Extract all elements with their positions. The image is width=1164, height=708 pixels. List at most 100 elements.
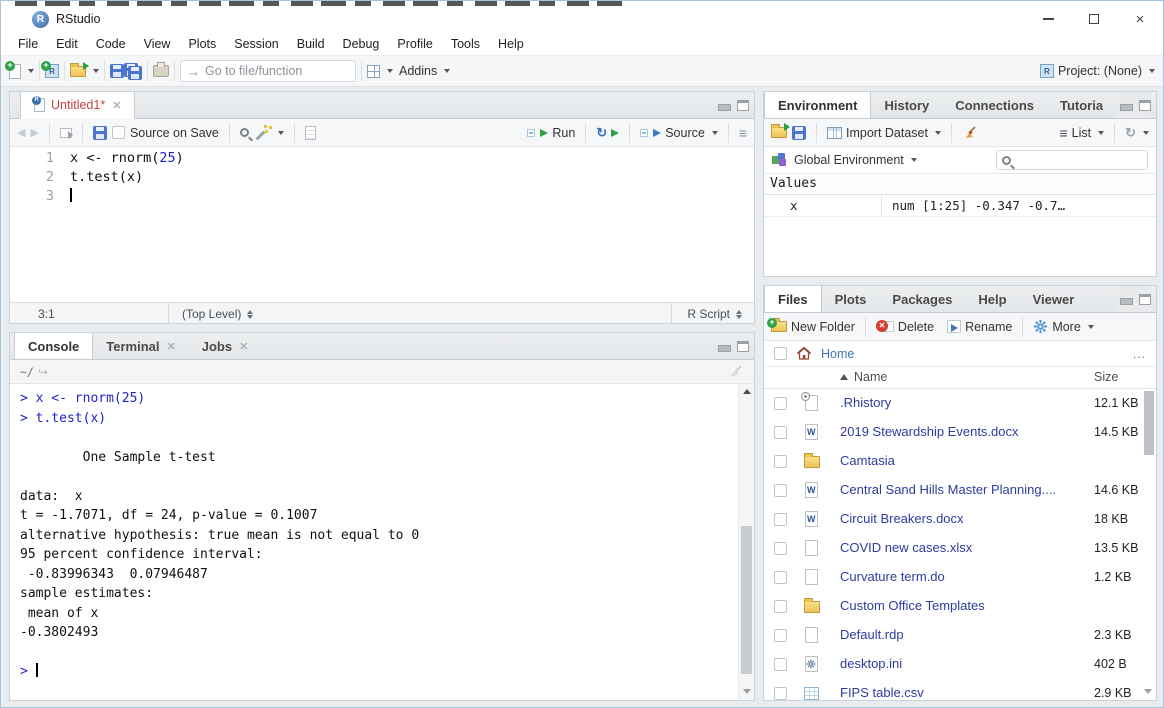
source-button[interactable]: Source xyxy=(640,126,718,140)
pane-layout-button[interactable] xyxy=(367,65,393,78)
environment-search-input[interactable] xyxy=(1016,153,1136,167)
environment-search[interactable] xyxy=(996,150,1148,170)
environment-scope-selector[interactable]: Global Environment xyxy=(794,153,917,167)
tab-plots[interactable]: Plots xyxy=(822,286,880,312)
file-checkbox[interactable] xyxy=(774,571,787,584)
select-all-checkbox[interactable] xyxy=(774,347,787,360)
clear-console-icon[interactable] xyxy=(728,364,744,380)
tab-console[interactable]: Console xyxy=(14,333,93,359)
breadcrumb-home[interactable]: Home xyxy=(821,347,854,361)
tab-untitled1[interactable]: Untitled1* ✕ xyxy=(20,92,135,119)
print-button[interactable] xyxy=(153,65,169,77)
maximize-pane-icon[interactable] xyxy=(737,341,749,352)
tab-connections[interactable]: Connections xyxy=(942,92,1047,118)
file-name-link[interactable]: FIPS table.csv xyxy=(840,685,924,700)
maximize-button[interactable] xyxy=(1071,6,1117,32)
minimize-button[interactable] xyxy=(1025,6,1071,32)
maximize-pane-icon[interactable] xyxy=(737,100,749,111)
files-scrollbar-thumb[interactable] xyxy=(1144,391,1154,455)
file-name-link[interactable]: Curvature term.do xyxy=(840,569,945,584)
column-header-name[interactable]: Name xyxy=(854,370,887,384)
new-folder-button[interactable]: +New Folder xyxy=(771,320,855,334)
scroll-up-icon[interactable] xyxy=(743,389,751,394)
scroll-down-icon[interactable] xyxy=(1144,689,1152,694)
tab-help[interactable]: Help xyxy=(965,286,1019,312)
tab-jobs[interactable]: Jobs✕ xyxy=(189,333,262,359)
file-checkbox[interactable] xyxy=(774,455,787,468)
minimize-pane-icon[interactable] xyxy=(1120,104,1133,111)
save-workspace-icon[interactable] xyxy=(792,126,806,140)
goto-file-search[interactable]: → xyxy=(180,60,356,82)
minimize-pane-icon[interactable] xyxy=(1120,298,1133,305)
menu-session[interactable]: Session xyxy=(225,34,287,54)
load-workspace-icon[interactable] xyxy=(771,127,787,138)
menu-plots[interactable]: Plots xyxy=(179,34,225,54)
tab-files[interactable]: Files xyxy=(764,286,822,312)
more-button[interactable]: More xyxy=(1033,319,1093,334)
scope-selector[interactable]: (Top Level) xyxy=(182,307,253,321)
doc-type-selector[interactable]: R Script xyxy=(687,307,742,321)
open-file-button[interactable] xyxy=(70,66,99,77)
goto-file-input[interactable] xyxy=(205,64,335,78)
tab-viewer[interactable]: Viewer xyxy=(1020,286,1088,312)
close-button[interactable]: × xyxy=(1117,6,1163,32)
console-output[interactable]: > x <- rnorm(25)> t.test(x) One Sample t… xyxy=(10,384,754,699)
file-name-link[interactable]: Custom Office Templates xyxy=(840,598,985,613)
file-checkbox[interactable] xyxy=(774,484,787,497)
code-tools-icon[interactable] xyxy=(254,125,270,140)
rename-button[interactable]: Rename xyxy=(947,320,1012,334)
sort-ascending-icon[interactable] xyxy=(840,374,848,380)
goto-directory-icon[interactable]: ↪ xyxy=(38,365,48,379)
scroll-down-icon[interactable] xyxy=(743,689,751,694)
back-icon[interactable]: ◀ xyxy=(17,126,25,139)
file-name-link[interactable]: Circuit Breakers.docx xyxy=(840,511,964,526)
save-all-button[interactable] xyxy=(124,63,142,79)
clear-environment-icon[interactable] xyxy=(962,125,978,141)
search-icon[interactable] xyxy=(240,128,249,137)
tab-terminal[interactable]: Terminal✕ xyxy=(93,333,188,359)
tab-history[interactable]: History xyxy=(871,92,942,118)
close-icon[interactable]: ✕ xyxy=(167,340,176,353)
file-checkbox[interactable] xyxy=(774,542,787,555)
menu-edit[interactable]: Edit xyxy=(47,34,87,54)
popout-icon[interactable] xyxy=(60,128,72,138)
forward-icon[interactable]: ▶ xyxy=(30,126,38,139)
new-project-button[interactable]: R+ xyxy=(45,64,59,78)
close-icon[interactable]: ✕ xyxy=(112,99,121,112)
file-checkbox[interactable] xyxy=(774,397,787,410)
project-menu-button[interactable]: RProject: (None) xyxy=(1040,64,1155,78)
document-outline-icon[interactable]: ≡ xyxy=(739,125,747,141)
file-checkbox[interactable] xyxy=(774,600,787,613)
file-name-link[interactable]: Central Sand Hills Master Planning.... xyxy=(840,482,1056,497)
file-checkbox[interactable] xyxy=(774,629,787,642)
refresh-button[interactable]: ↻ xyxy=(1125,125,1149,141)
menu-code[interactable]: Code xyxy=(87,34,135,54)
minimize-pane-icon[interactable] xyxy=(718,104,731,111)
run-button[interactable]: Run xyxy=(527,126,575,140)
menu-view[interactable]: View xyxy=(135,34,180,54)
list-view-button[interactable]: ≡List xyxy=(1059,125,1104,141)
file-checkbox[interactable] xyxy=(774,658,787,671)
menu-file[interactable]: File xyxy=(9,34,47,54)
new-file-button[interactable]: + xyxy=(9,64,34,79)
menu-help[interactable]: Help xyxy=(489,34,533,54)
file-checkbox[interactable] xyxy=(774,426,787,439)
source-on-save-checkbox[interactable] xyxy=(112,126,125,139)
file-name-link[interactable]: COVID new cases.xlsx xyxy=(840,540,972,555)
file-checkbox[interactable] xyxy=(774,687,787,700)
menu-debug[interactable]: Debug xyxy=(334,34,389,54)
minimize-pane-icon[interactable] xyxy=(718,345,731,352)
file-name-link[interactable]: Camtasia xyxy=(840,453,895,468)
save-icon[interactable] xyxy=(93,126,107,140)
compile-report-icon[interactable] xyxy=(305,126,316,140)
save-button[interactable] xyxy=(110,64,124,78)
tab-packages[interactable]: Packages xyxy=(879,286,965,312)
file-checkbox[interactable] xyxy=(774,513,787,526)
menu-tools[interactable]: Tools xyxy=(442,34,489,54)
tab-tutorial[interactable]: Tutorial xyxy=(1047,92,1103,118)
path-ellipsis-button[interactable]: ... xyxy=(1133,347,1146,361)
scroll-thumb[interactable] xyxy=(741,526,752,674)
menu-build[interactable]: Build xyxy=(288,34,334,54)
environment-entry[interactable]: xnum [1:25] -0.347 -0.7… xyxy=(764,195,1156,217)
file-name-link[interactable]: Default.rdp xyxy=(840,627,904,642)
